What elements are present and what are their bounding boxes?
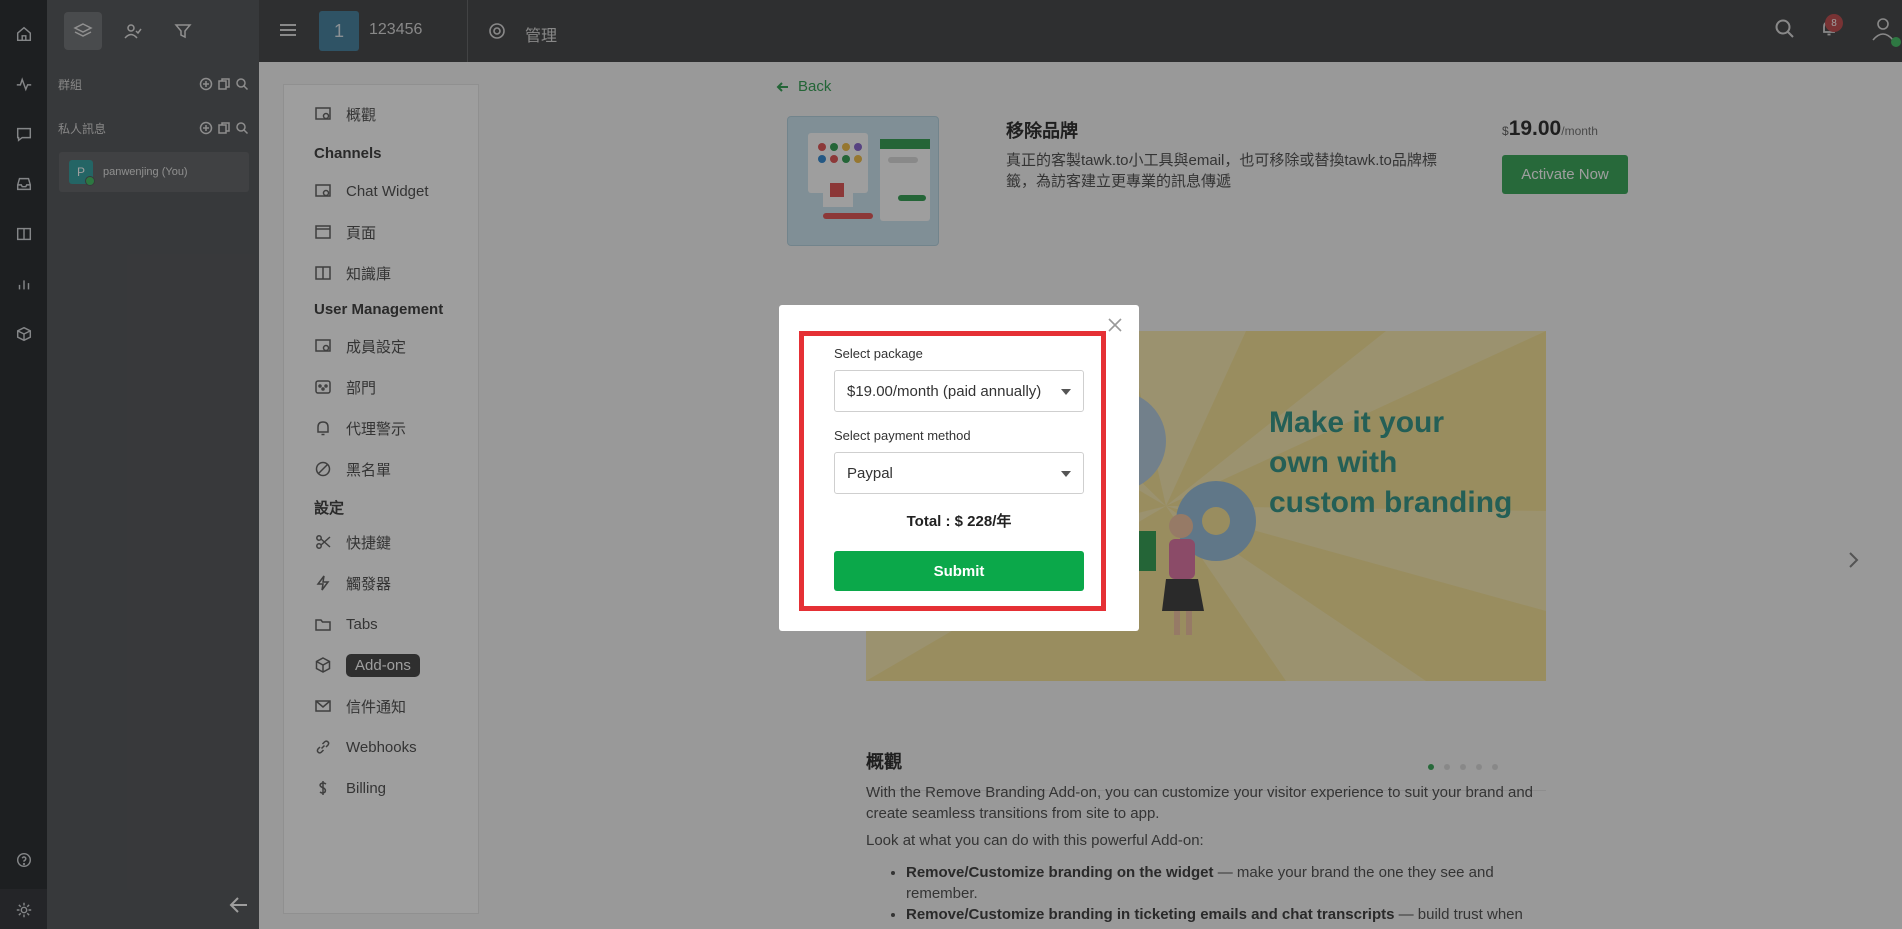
package-select[interactable]: $19.00/month (paid annually) <box>834 370 1084 412</box>
caret-down-icon <box>1061 471 1071 477</box>
close-icon <box>1108 318 1122 332</box>
close-modal-button[interactable] <box>1106 316 1126 336</box>
payment-method-label: Select payment method <box>834 428 971 443</box>
caret-down-icon <box>1061 389 1071 395</box>
total-amount: Total : $ 228/年 <box>906 513 1012 530</box>
payment-method-select[interactable]: Paypal <box>834 452 1084 494</box>
submit-button[interactable]: Submit <box>834 551 1084 591</box>
package-label: Select package <box>834 346 923 361</box>
